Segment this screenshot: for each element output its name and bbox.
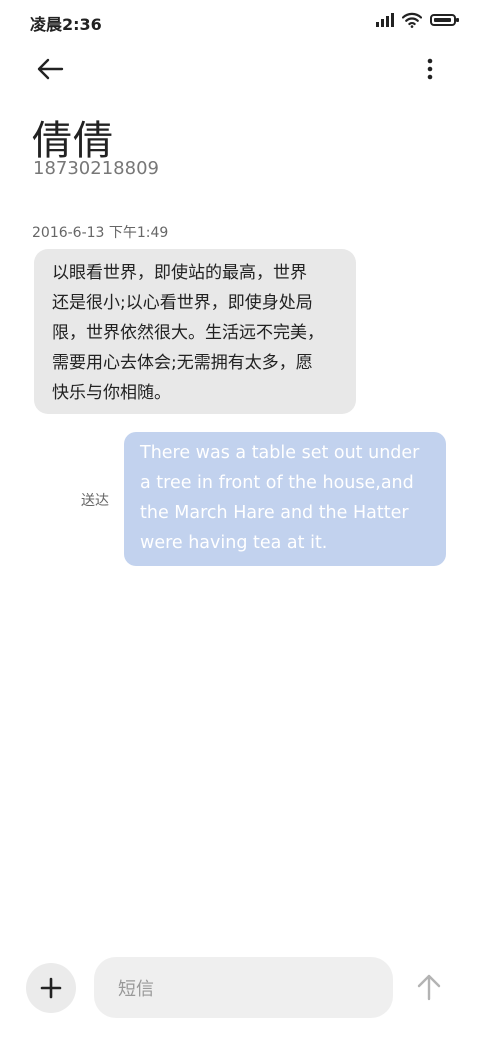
incoming-message-bubble[interactable]: 以眼看世界，即使站的最高，世界 还是很小;以心看世界，即使身处局 限，世界依然很… [34,249,356,414]
message-input-placeholder: 短信 [118,978,154,1000]
status-bar: 凌晨2:36 [0,0,480,44]
incoming-message-line: 还是很小;以心看世界，即使身处局 [52,293,313,313]
incoming-message-line: 限，世界依然很大。生活远不完美， [52,323,324,343]
send-button[interactable] [410,968,448,1006]
arrow-up-icon [417,974,441,1001]
arrow-left-icon [37,58,64,80]
outgoing-message-line: were having tea at it. [140,533,328,553]
more-options-button[interactable] [414,52,446,86]
signal-icon [376,13,394,27]
incoming-message-line: 快乐与你相随。 [52,383,171,403]
delivery-status: 送达 [81,493,109,509]
incoming-message-line: 需要用心去体会;无需拥有太多，愿 [52,353,313,373]
status-time: 凌晨2:36 [30,15,102,34]
outgoing-message-line: There was a table set out under [140,443,420,463]
contact-number: 18730218809 [33,158,159,179]
outgoing-message-bubble[interactable]: There was a table set out under a tree i… [124,432,446,566]
outgoing-message-line: the March Hare and the Hatter [140,503,409,523]
status-icons [376,12,459,28]
plus-icon [40,977,62,999]
wifi-icon [402,12,422,28]
add-attachment-button[interactable] [26,963,76,1013]
message-input[interactable]: 短信 [94,957,393,1018]
message-timestamp: 2016-6-13 下午1:49 [32,225,169,241]
back-button[interactable] [32,52,68,86]
battery-icon [430,14,459,26]
outgoing-message-line: a tree in front of the house,and [140,473,414,493]
incoming-message-line: 以眼看世界，即使站的最高，世界 [52,263,307,283]
more-vertical-icon [427,58,433,80]
